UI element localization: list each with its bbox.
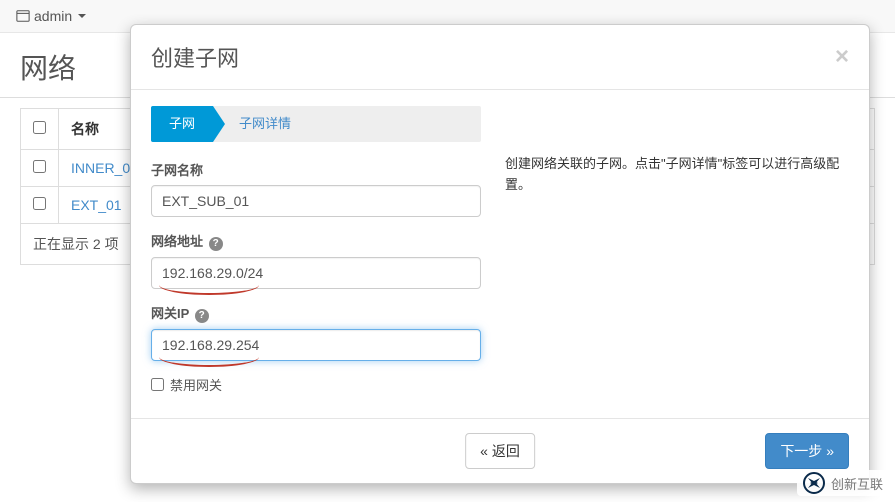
network-link[interactable]: EXT_01: [71, 197, 122, 213]
network-link[interactable]: INNER_01: [71, 160, 138, 176]
disable-gateway-label: 禁用网关: [170, 375, 222, 394]
modal-header: 创建子网 ×: [131, 25, 869, 90]
gateway-ip-group: 网关IP ?: [151, 303, 481, 361]
next-button[interactable]: 下一步 »: [765, 433, 849, 469]
disable-gateway-row: 禁用网关: [151, 375, 481, 394]
help-icon[interactable]: ?: [195, 309, 209, 323]
select-all-checkbox[interactable]: [33, 121, 46, 134]
network-address-input[interactable]: [151, 257, 481, 289]
wizard-steps: 子网 子网详情: [151, 106, 481, 142]
tab-subnet[interactable]: 子网: [151, 106, 213, 142]
form-column: 子网 子网详情 子网名称 网络地址 ? 网关IP ?: [151, 106, 481, 394]
tab-subnet-details[interactable]: 子网详情: [213, 106, 309, 142]
watermark: 创新互联: [797, 470, 889, 496]
project-switcher[interactable]: admin: [16, 8, 86, 24]
subnet-name-group: 子网名称: [151, 160, 481, 217]
subnet-name-input[interactable]: [151, 185, 481, 217]
watermark-logo-icon: [803, 472, 825, 494]
modal-footer: « 返回 下一步 »: [131, 418, 869, 483]
gateway-ip-input[interactable]: [151, 329, 481, 361]
create-subnet-modal: 创建子网 × 子网 子网详情 子网名称 网络地址 ? 网关IP ?: [130, 24, 870, 484]
network-address-group: 网络地址 ?: [151, 231, 481, 289]
gateway-ip-label: 网关IP ?: [151, 303, 481, 323]
help-icon[interactable]: ?: [209, 237, 223, 251]
caret-down-icon: [78, 14, 86, 18]
back-button[interactable]: « 返回: [465, 433, 535, 469]
modal-title: 创建子网: [151, 41, 239, 73]
watermark-text: 创新互联: [831, 474, 883, 493]
help-text: 创建网络关联的子网。点击"子网详情"标签可以进行高级配置。: [505, 154, 849, 196]
modal-body: 子网 子网详情 子网名称 网络地址 ? 网关IP ?: [131, 90, 869, 418]
help-column: 创建网络关联的子网。点击"子网详情"标签可以进行高级配置。: [505, 106, 849, 394]
subnet-name-label: 子网名称: [151, 160, 481, 179]
select-all-header[interactable]: [21, 109, 59, 150]
disable-gateway-checkbox[interactable]: [151, 378, 164, 391]
project-label: admin: [34, 8, 72, 24]
network-address-label: 网络地址 ?: [151, 231, 481, 251]
row-checkbox[interactable]: [33, 197, 46, 210]
close-icon[interactable]: ×: [835, 45, 849, 69]
project-icon: [16, 9, 30, 23]
row-checkbox[interactable]: [33, 160, 46, 173]
